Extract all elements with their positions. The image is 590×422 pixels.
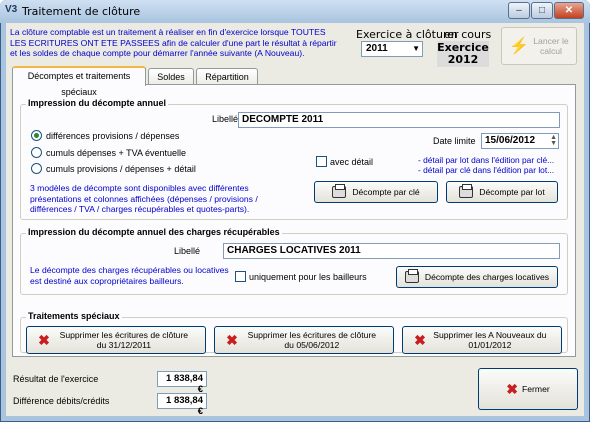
exercise-select-value: 2011 — [366, 43, 388, 54]
delete-closing-2011-button[interactable]: ✖ Supprimer les écritures de clôture du … — [26, 326, 206, 354]
delete-closing-2012-button[interactable]: ✖ Supprimer les écritures de clôture du … — [214, 326, 394, 354]
tab-decomptes[interactable]: Décomptes et traitements spéciaux — [12, 66, 146, 97]
decompte-charges-label: Décompte des charges locatives — [424, 272, 550, 282]
printer-icon — [459, 184, 474, 198]
delete-icon: ✖ — [226, 331, 238, 348]
close-icon: ✖ — [506, 380, 519, 397]
date-limit-input[interactable]: 15/06/2012 ▲ ▼ — [481, 133, 559, 149]
result-value: 1 838,84 € — [157, 371, 207, 395]
tab-repartition[interactable]: Répartition — [196, 68, 258, 85]
option-radio-1[interactable] — [31, 130, 42, 141]
charges-libelle-input[interactable]: CHARGES LOCATIVES 2011 — [223, 243, 560, 259]
date-limit-value: 15/06/2012 — [485, 135, 536, 146]
decompte-par-cle-button[interactable]: Décompte par clé — [314, 181, 438, 203]
close-window-button[interactable]: ✕ — [554, 2, 584, 19]
option-radio-2[interactable] — [31, 147, 42, 158]
detail-note-1: - détail par lot dans l'édition par clé.… — [418, 155, 555, 165]
title-bar[interactable]: V3 Traitement de clôture – □ ✕ — [0, 0, 590, 23]
calculator-icon: ⚡ — [509, 38, 530, 55]
decompte-charges-button[interactable]: Décompte des charges locatives — [396, 266, 558, 288]
bailleurs-label: uniquement pour les bailleurs — [249, 272, 367, 282]
charges-group-title: Impression du décompte annuel des charge… — [26, 227, 282, 237]
diff-value: 1 838,84 € — [157, 393, 207, 417]
detail-checkbox[interactable] — [316, 156, 327, 167]
intro-text: La clôture comptable est un traitement à… — [10, 27, 337, 58]
annual-libelle-input[interactable]: DECOMPTE 2011 — [238, 112, 560, 128]
special-group-title: Traitements spéciaux — [26, 311, 122, 321]
maximize-button[interactable]: □ — [531, 2, 553, 19]
chevron-down-icon: ▼ — [412, 44, 420, 53]
annual-libelle-label: Libellé — [212, 114, 239, 124]
charges-libelle-label: Libellé — [174, 246, 201, 256]
decompte-par-lot-label: Décompte par lot — [479, 187, 545, 197]
close-button-label: Fermer — [522, 384, 550, 394]
annual-info-text: 3 modèles de décompte sont disponibles a… — [30, 183, 258, 214]
delete-icon: ✖ — [38, 331, 50, 348]
option-label-1: différences provisions / dépenses — [46, 131, 180, 141]
printer-icon — [332, 184, 347, 198]
option-label-2: cumuls dépenses + TVA éventuelle — [46, 148, 187, 158]
charges-info-text: Le décompte des charges récupérables ou … — [30, 265, 229, 286]
delete-closing-2011-label: Supprimer les écritures de clôture du 31… — [59, 330, 189, 350]
delete-icon: ✖ — [414, 331, 426, 348]
delete-a-nouveaux-label: Supprimer les A Nouveaux du 01/01/2012 — [433, 330, 547, 350]
diff-label: Différence débits/crédits — [13, 396, 110, 406]
app-icon: V3 — [5, 4, 18, 15]
delete-a-nouveaux-button[interactable]: ✖ Supprimer les A Nouveaux du 01/01/2012 — [402, 326, 562, 354]
option-label-3: cumuls provisions / dépenses + détail — [46, 164, 196, 174]
launch-calc-button[interactable]: ⚡ Lancer le calcul — [501, 27, 577, 65]
decompte-par-lot-button[interactable]: Décompte par lot — [446, 181, 558, 203]
launch-calc-label: Lancer le calcul — [533, 36, 569, 56]
exercise-select[interactable]: 2011 ▼ — [361, 41, 423, 57]
close-button[interactable]: ✖ Fermer — [478, 368, 578, 410]
detail-label: avec détail — [330, 157, 374, 167]
window-title: Traitement de clôture — [22, 5, 141, 18]
annual-group-title: Impression du décompte annuel — [26, 98, 169, 108]
option-radio-3[interactable] — [31, 163, 42, 174]
current-exercise-box: Exercice 2012 — [437, 41, 489, 67]
printer-icon — [404, 269, 419, 283]
date-limit-label: Date limite — [433, 136, 476, 146]
detail-note-2: - détail par clé dans l'édition par lot.… — [418, 165, 555, 175]
minimize-button[interactable]: – — [508, 2, 530, 19]
result-label: Résultat de l'exercice — [13, 374, 99, 384]
bailleurs-checkbox[interactable] — [235, 271, 246, 282]
spinner-icon[interactable]: ▲ ▼ — [550, 134, 557, 147]
tab-soldes[interactable]: Soldes — [148, 68, 194, 85]
decompte-par-cle-label: Décompte par clé — [352, 187, 420, 197]
delete-closing-2012-label: Supprimer les écritures de clôture du 05… — [247, 330, 377, 350]
current-label: en cours — [444, 28, 492, 41]
